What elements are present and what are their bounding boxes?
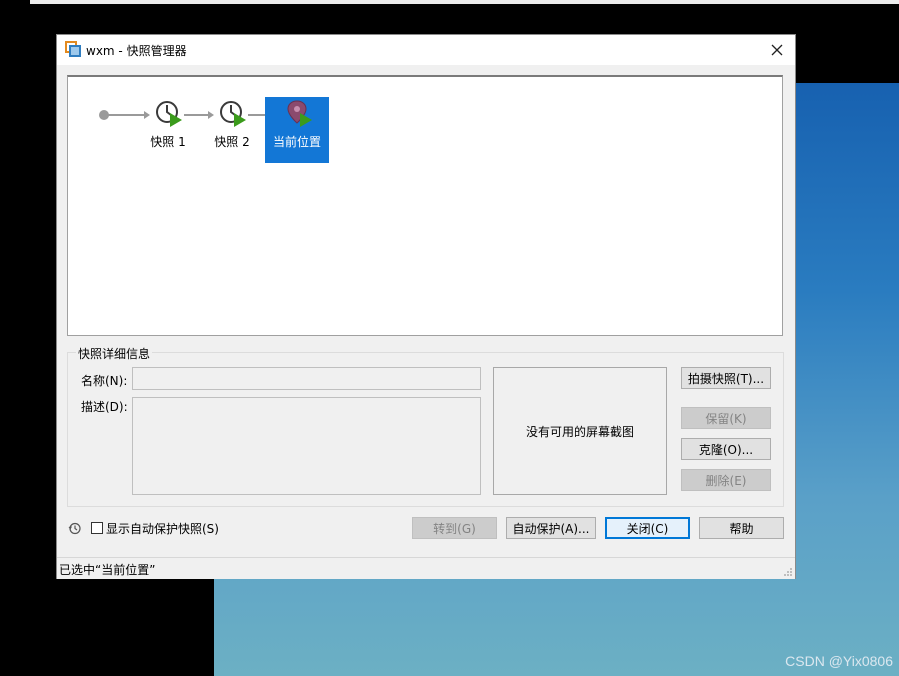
title-bar: wxm - 快照管理器 xyxy=(57,35,795,65)
snapshot-manager-dialog: wxm - 快照管理器 快照 1 快照 2 当前位置 快照详细信息 名称(N):… xyxy=(57,35,795,579)
close-button[interactable]: 关闭(C) xyxy=(605,517,690,539)
delete-button[interactable]: 删除(E) xyxy=(681,469,771,491)
autoprotect-history-icon xyxy=(68,522,81,535)
snapshot-node-label: 快照 1 xyxy=(150,135,186,149)
snapshot-clock-icon xyxy=(220,101,246,127)
close-window-button[interactable] xyxy=(765,38,789,62)
goto-button[interactable]: 转到(G) xyxy=(412,517,497,539)
description-label: 描述(D): xyxy=(81,400,128,414)
name-label: 名称(N): xyxy=(81,374,128,388)
show-autoprotect-label[interactable]: 显示自动保护快照(S) xyxy=(106,520,219,537)
window-title: wxm - 快照管理器 xyxy=(86,44,187,58)
no-screenshot-text: 没有可用的屏幕截图 xyxy=(525,424,634,439)
watermark-text: CSDN @Yix0806 xyxy=(785,653,893,669)
vmware-app-icon xyxy=(65,41,82,58)
status-text: 已选中“当前位置” xyxy=(59,563,156,577)
group-title: 快照详细信息 xyxy=(76,345,153,362)
connector-arrow-1 xyxy=(144,111,150,119)
name-field[interactable] xyxy=(132,367,481,390)
snapshot-tree-panel[interactable]: 快照 1 快照 2 当前位置 xyxy=(67,75,783,336)
snapshot-details-group: 快照详细信息 名称(N): 描述(D): 没有可用的屏幕截图 拍摄快照(T)..… xyxy=(67,345,784,507)
snapshot-clock-icon xyxy=(156,101,182,127)
screenshot-preview: 没有可用的屏幕截图 xyxy=(493,367,667,495)
current-location-node[interactable]: 当前位置 xyxy=(265,97,329,163)
take-snapshot-button[interactable]: 拍摄快照(T)... xyxy=(681,367,771,389)
current-location-label: 当前位置 xyxy=(272,135,321,149)
connector-arrow-2 xyxy=(208,111,214,119)
keep-button[interactable]: 保留(K) xyxy=(681,407,771,429)
resize-grip-icon[interactable] xyxy=(783,567,793,577)
show-autoprotect-checkbox[interactable] xyxy=(91,522,103,534)
close-icon xyxy=(771,44,783,56)
autoprotect-button[interactable]: 自动保护(A)... xyxy=(506,517,596,539)
help-button[interactable]: 帮助 xyxy=(699,517,784,539)
snapshot-node-label: 快照 2 xyxy=(214,135,250,149)
current-location-pin-icon xyxy=(287,100,312,127)
status-bar: 已选中“当前位置” xyxy=(57,557,795,579)
description-field[interactable] xyxy=(132,397,481,495)
clone-button[interactable]: 克隆(O)... xyxy=(681,438,771,460)
